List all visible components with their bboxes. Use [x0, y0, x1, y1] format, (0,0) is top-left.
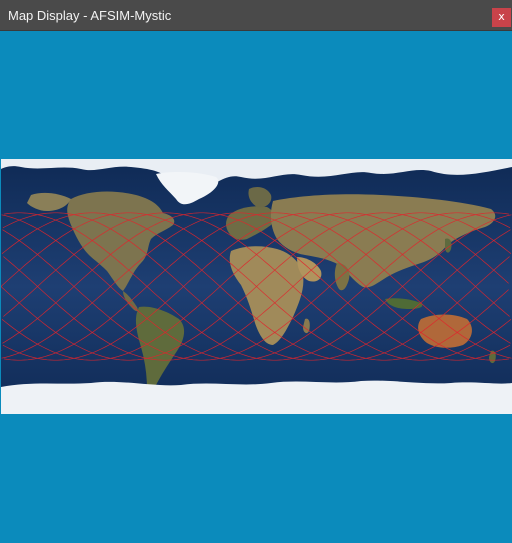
title-bar[interactable]: Map Display - AFSIM-Mystic x — [0, 0, 512, 31]
world-map[interactable] — [1, 159, 512, 414]
antarctica — [1, 380, 512, 414]
map-display-window: Map Display - AFSIM-Mystic x — [0, 0, 512, 543]
close-button[interactable]: x — [492, 8, 511, 27]
map-viewport[interactable] — [0, 31, 512, 543]
window-title: Map Display - AFSIM-Mystic — [8, 8, 172, 23]
